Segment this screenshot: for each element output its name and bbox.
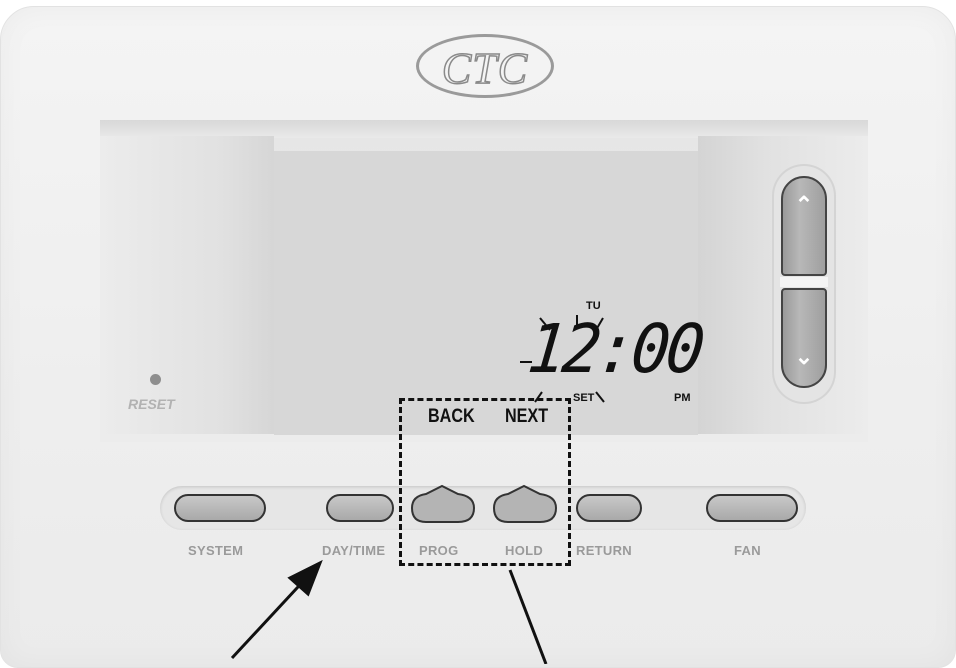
prog-hold-callout-box	[399, 398, 571, 566]
fan-button[interactable]	[706, 494, 798, 522]
return-label: RETURN	[576, 543, 632, 558]
daytime-label: DAY/TIME	[322, 543, 386, 558]
fan-label: FAN	[734, 543, 761, 558]
system-label: SYSTEM	[188, 543, 244, 558]
return-button[interactable]	[576, 494, 642, 522]
